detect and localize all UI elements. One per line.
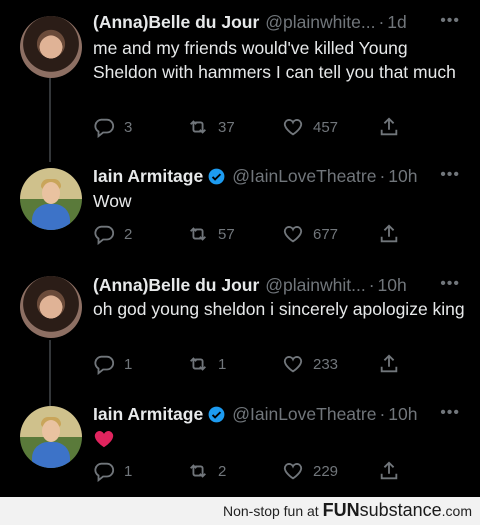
like-count: 457 [313, 118, 339, 136]
avatar[interactable] [20, 276, 82, 338]
heart-emoji-icon [94, 431, 114, 448]
heart-icon [283, 356, 303, 373]
reply-button[interactable]: 3 [93, 116, 132, 138]
watermark-prefix: Non-stop fun at [222, 503, 323, 519]
separator-dot: · [379, 403, 386, 424]
separator-dot: · [379, 165, 386, 186]
tweet-text: oh god young sheldon i sincerely apologi… [93, 299, 465, 319]
like-count: 233 [313, 355, 339, 373]
retweet-count: 57 [218, 225, 235, 243]
watermark-brand-bold: FUN [322, 500, 360, 520]
heart-icon [283, 119, 303, 136]
retweet-count: 2 [218, 462, 227, 480]
tweet-header: (Anna)Belle du Jour @plainwhite... · 1d [93, 10, 468, 34]
author-handle[interactable]: @IainLoveTheatre [232, 404, 376, 425]
author-name[interactable]: (Anna)Belle du Jour [93, 12, 259, 33]
share-icon [380, 117, 398, 136]
reply-icon [94, 225, 115, 245]
like-count: 229 [313, 462, 339, 480]
tweet-text: me and my friends would've killed Young … [93, 38, 456, 82]
share-icon [380, 354, 398, 373]
reply-icon [94, 462, 115, 482]
watermark-suffix: .com [441, 503, 472, 519]
tweet-actions: 2 57 677 [93, 223, 403, 245]
heart-icon [283, 226, 303, 243]
author-handle[interactable]: @plainwhite... [265, 12, 375, 33]
like-button[interactable]: 457 [282, 116, 338, 138]
retweet-icon [190, 464, 206, 478]
timestamp[interactable]: 10h [378, 275, 407, 296]
reply-icon [94, 355, 115, 375]
avatar-face [42, 182, 60, 204]
timestamp[interactable]: 10h [388, 404, 417, 425]
more-options-icon[interactable]: ••• [440, 166, 460, 184]
watermark-footer: Non-stop fun at FUNsubstance.com [0, 497, 480, 525]
tweet-actions: 1 2 229 [93, 460, 403, 482]
tweet-actions: 3 37 457 [93, 116, 403, 138]
thread-connector [49, 340, 51, 406]
tweet[interactable]: (Anna)Belle du Jour @plainwhite... · 1d … [0, 0, 480, 162]
tweet[interactable]: Iain Armitage @IainLoveTheatre · 10h •••… [0, 162, 480, 262]
retweet-button[interactable]: 1 [187, 353, 226, 375]
like-count: 677 [313, 225, 339, 243]
retweet-button[interactable]: 2 [187, 460, 226, 482]
reply-count: 2 [124, 225, 133, 243]
watermark-text: Non-stop fun at FUNsubstance.com [223, 500, 472, 521]
retweet-count: 37 [218, 118, 235, 136]
author-name[interactable]: Iain Armitage [93, 166, 203, 187]
tweet[interactable]: (Anna)Belle du Jour @plainwhit... · 10h … [0, 268, 480, 406]
like-button[interactable]: 677 [282, 223, 338, 245]
avatar[interactable] [20, 16, 82, 78]
reply-button[interactable]: 2 [93, 223, 132, 245]
avatar-shirt [32, 204, 70, 230]
avatar-shirt [32, 442, 70, 468]
retweet-button[interactable]: 37 [187, 116, 235, 138]
separator-dot: · [368, 274, 375, 295]
like-button[interactable]: 233 [282, 353, 338, 375]
author-name[interactable]: Iain Armitage [93, 404, 203, 425]
share-button[interactable] [378, 353, 400, 375]
avatar[interactable] [20, 406, 82, 468]
share-icon [380, 461, 398, 480]
retweet-icon [190, 120, 206, 134]
avatar[interactable] [20, 168, 82, 230]
timestamp[interactable]: 10h [388, 166, 417, 187]
more-options-icon[interactable]: ••• [440, 404, 460, 422]
author-handle[interactable]: @plainwhit... [265, 275, 365, 296]
author-name[interactable]: (Anna)Belle du Jour [93, 275, 259, 296]
share-button[interactable] [378, 223, 400, 245]
reply-button[interactable]: 1 [93, 353, 132, 375]
retweet-icon [190, 227, 206, 241]
tweet-text [93, 428, 465, 456]
reply-count: 1 [124, 355, 133, 373]
retweet-button[interactable]: 57 [187, 223, 235, 245]
retweet-icon [190, 357, 206, 371]
more-options-icon[interactable]: ••• [440, 275, 460, 293]
reply-count: 3 [124, 118, 133, 136]
tweet[interactable]: Iain Armitage @IainLoveTheatre · 10h •••… [0, 400, 480, 496]
share-button[interactable] [378, 116, 400, 138]
retweet-count: 1 [218, 355, 227, 373]
tweet-header: Iain Armitage @IainLoveTheatre · 10h [93, 164, 468, 188]
avatar-face [42, 420, 60, 442]
tweet-header: Iain Armitage @IainLoveTheatre · 10h [93, 402, 468, 426]
verified-badge-icon [208, 406, 225, 422]
share-button[interactable] [378, 460, 400, 482]
author-handle[interactable]: @IainLoveTheatre [232, 166, 376, 187]
more-options-icon[interactable]: ••• [440, 12, 460, 30]
timestamp[interactable]: 1d [387, 12, 406, 33]
like-button[interactable]: 229 [282, 460, 338, 482]
verified-badge-icon [208, 168, 225, 184]
tweet-actions: 1 1 233 [93, 353, 403, 375]
tweet-text: Wow [93, 191, 132, 211]
reply-button[interactable]: 1 [93, 460, 132, 482]
watermark-brand-rest: substance [359, 500, 442, 520]
thread-connector [49, 78, 51, 162]
heart-icon [283, 463, 303, 480]
separator-dot: · [378, 11, 385, 32]
share-icon [380, 224, 398, 243]
reply-icon [94, 118, 115, 138]
tweet-header: (Anna)Belle du Jour @plainwhit... · 10h [93, 273, 468, 297]
reply-count: 1 [124, 462, 133, 480]
